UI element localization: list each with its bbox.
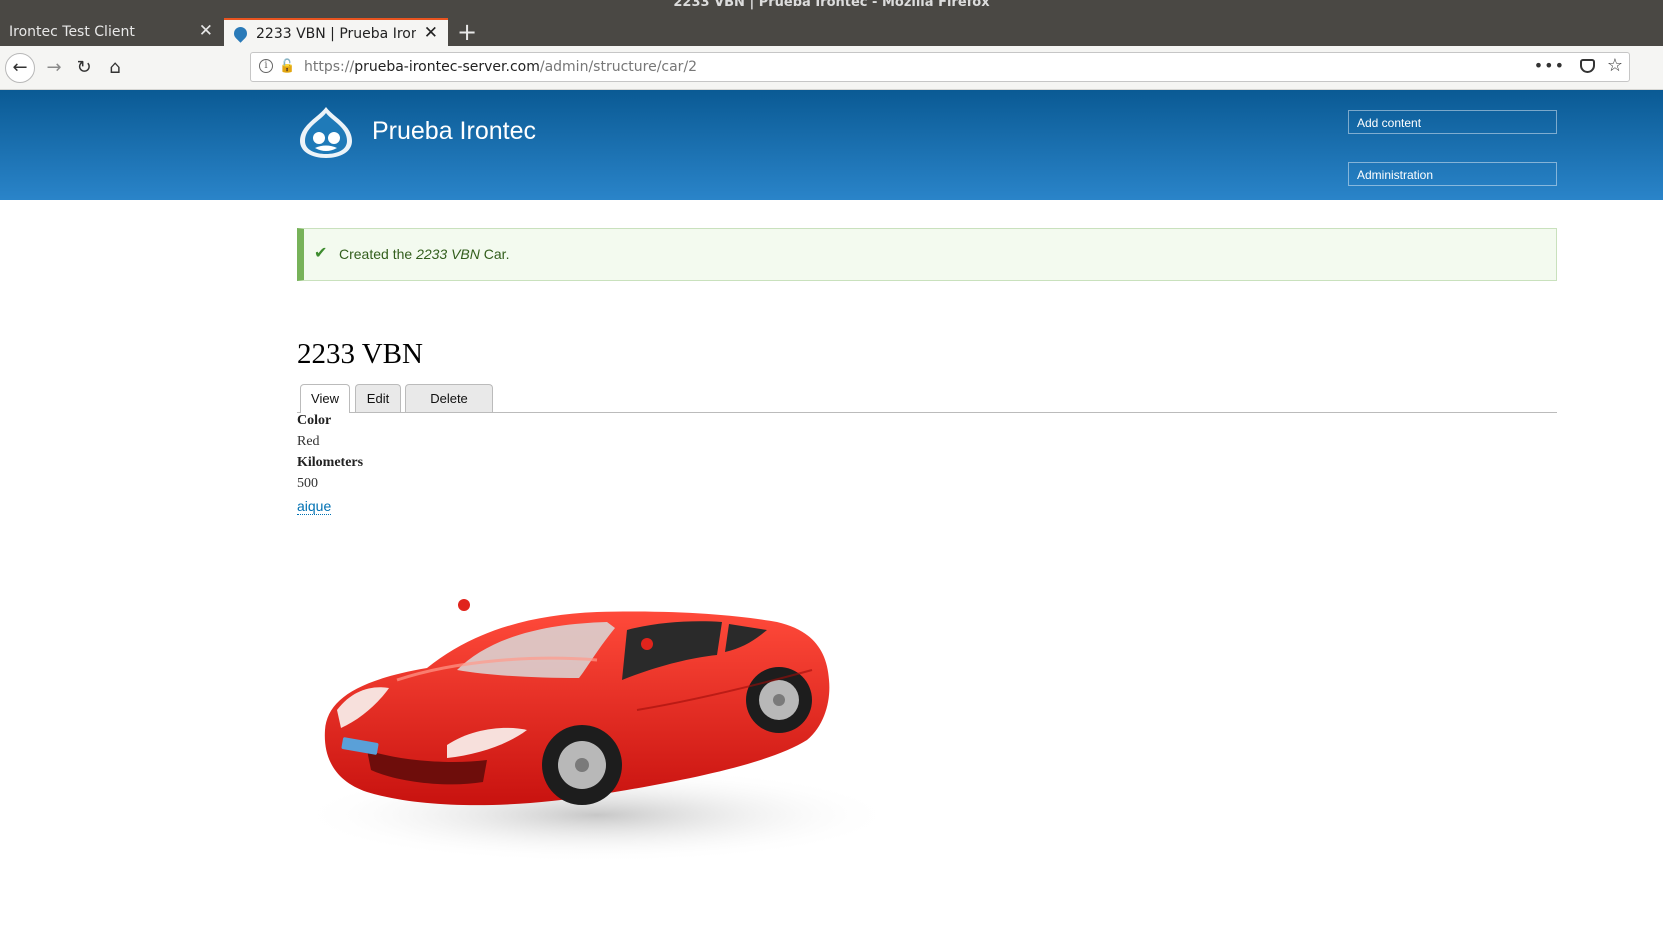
info-icon[interactable]: i [259,59,273,73]
url-scheme: https:// [304,59,355,75]
tab-label: Irontec Test Client [9,24,135,40]
window-title: 2233 VBN | Prueba Irontec - Mozilla Fire… [673,0,990,10]
address-bar[interactable]: i 🔓 https://prueba-irontec-server.com/ad… [250,52,1630,82]
message-entity: 2233 VBN [416,246,480,262]
drupal-favicon-icon [231,24,250,43]
tab-irontec-test-client[interactable]: Irontec Test Client ✕ [0,18,223,46]
reload-icon[interactable]: ↻ [70,54,98,82]
kilometers-field-label: Kilometers [297,455,364,470]
close-icon[interactable]: ✕ [199,22,213,40]
pocket-icon[interactable] [1580,59,1595,73]
drupal-logo-icon[interactable] [297,105,355,159]
add-content-link[interactable]: Add content [1348,110,1557,134]
insecure-lock-icon[interactable]: 🔓 [279,59,295,74]
color-field-label: Color [297,413,332,428]
message-suffix: Car. [479,246,510,262]
new-tab-plus-icon[interactable]: + [456,18,478,46]
tab-view[interactable]: View [300,384,350,413]
url-path: /admin/structure/car/2 [539,59,698,75]
close-icon[interactable]: ✕ [424,24,438,42]
status-message: ✔ Created the 2233 VBN Car. [297,228,1557,281]
window-titlebar: 2233 VBN | Prueba Irontec - Mozilla Fire… [0,0,1663,46]
tab-2233-vbn[interactable]: 2233 VBN | Prueba Irontec ✕ [224,18,448,46]
more-icon[interactable]: ••• [1534,56,1565,75]
page-title: 2233 VBN [297,338,423,370]
kilometers-field-value: 500 [297,476,318,491]
local-tabs: View Edit Delete [297,384,1557,413]
url-domain: prueba-irontec-server.com [354,59,540,75]
message-prefix: Created the [339,246,417,262]
car-image [297,599,887,863]
bookmark-star-icon[interactable]: ☆ [1607,55,1623,76]
site-name[interactable]: Prueba Irontec [372,117,536,146]
color-field-value: Red [297,434,320,449]
forward-arrow-icon[interactable]: → [40,54,68,82]
back-arrow-icon[interactable]: ← [5,53,35,83]
site-header: Prueba Irontec Add content Administratio… [0,90,1663,200]
owner-link[interactable]: aique [297,498,332,515]
url-text[interactable]: https://prueba-irontec-server.com/admin/… [304,59,697,75]
administration-link[interactable]: Administration [1348,162,1557,186]
navigation-toolbar: ← → ↻ ⌂ i 🔓 https://prueba-irontec-serve… [0,46,1663,90]
tab-edit[interactable]: Edit [355,384,401,412]
tab-delete[interactable]: Delete [405,384,493,412]
home-icon[interactable]: ⌂ [101,54,129,82]
checkmark-icon: ✔ [314,243,328,262]
tab-label: 2233 VBN | Prueba Irontec [256,26,416,42]
status-message-text: Created the 2233 VBN Car. [339,246,509,262]
